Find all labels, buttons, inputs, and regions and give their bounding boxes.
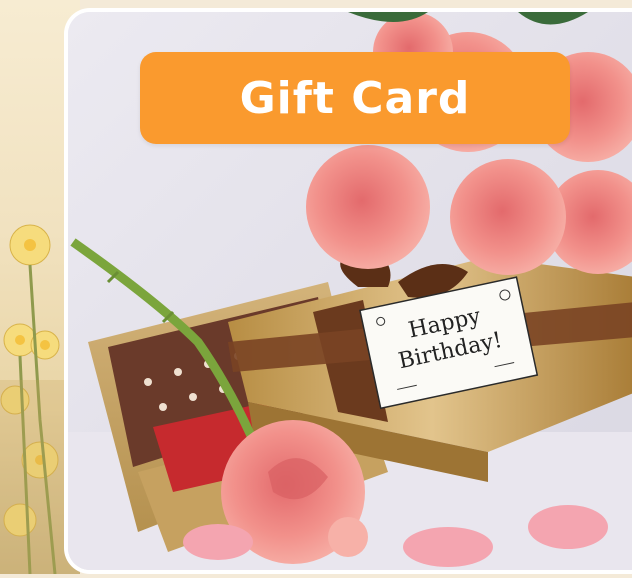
petal-2 — [403, 527, 493, 567]
petal-1 — [528, 505, 608, 549]
gift-card-image-card[interactable]: Happy Birthday! Gift Card — [64, 8, 632, 574]
gift-card-badge: Gift Card — [140, 52, 570, 144]
gift-card-label: Gift Card — [239, 72, 471, 124]
petal-3 — [183, 524, 253, 560]
